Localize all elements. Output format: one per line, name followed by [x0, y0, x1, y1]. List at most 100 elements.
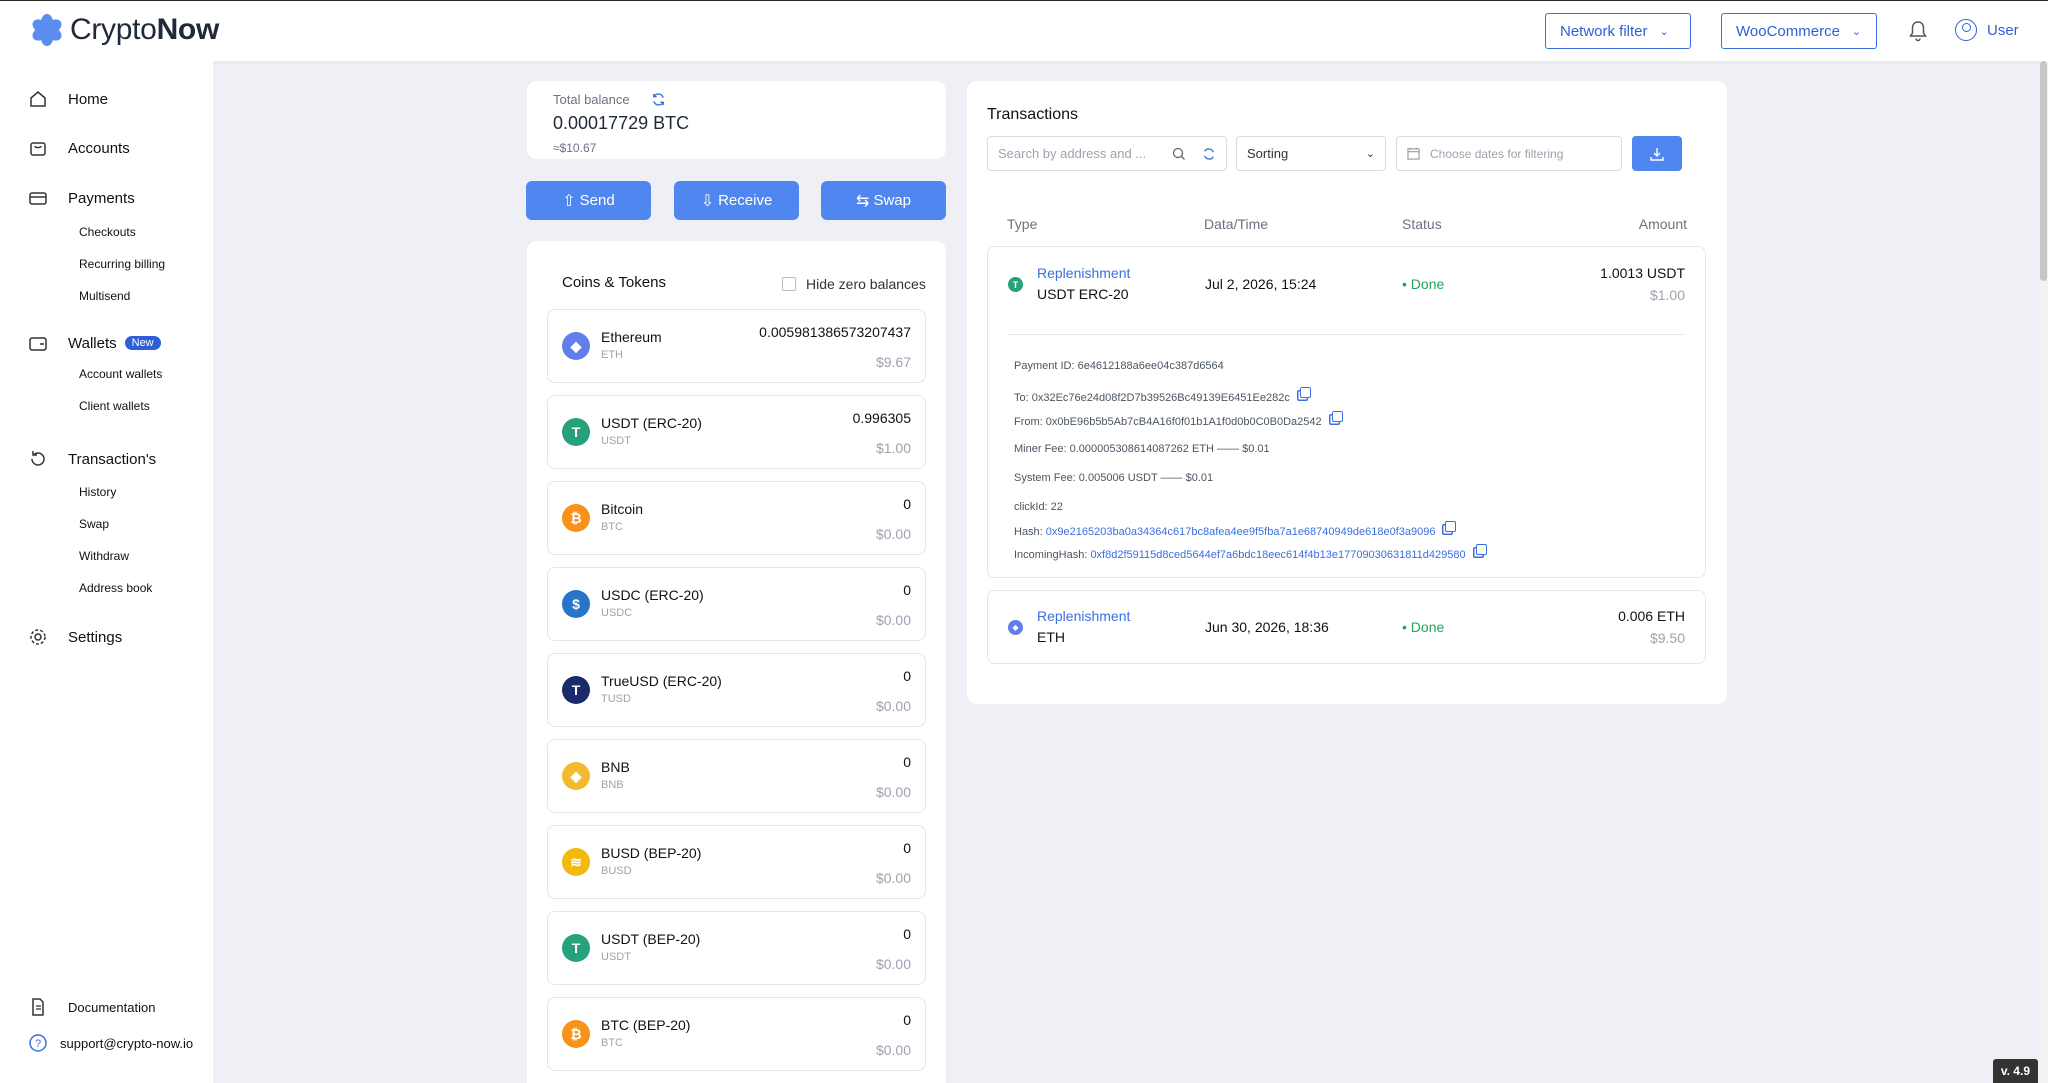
- date-range-input[interactable]: Choose dates for filtering: [1396, 136, 1622, 171]
- sidebar-item-settings[interactable]: Settings: [28, 627, 122, 647]
- usdt-icon: T: [562, 934, 590, 962]
- coin-name: Bitcoin: [601, 501, 644, 517]
- coin-usd: $0.00: [875, 784, 911, 800]
- export-button[interactable]: [1632, 136, 1682, 171]
- bell-icon[interactable]: [1908, 20, 1928, 42]
- sidebar-item-recurring-billing[interactable]: Recurring billing: [79, 257, 165, 271]
- hide-zero-toggle[interactable]: Hide zero balances: [782, 276, 926, 292]
- sidebar-item-documentation[interactable]: Documentation: [28, 997, 155, 1017]
- coin-symbol: USDT: [601, 951, 631, 963]
- balance-value: 0.00017729 BTC: [553, 113, 690, 133]
- coin-amount: 0: [903, 668, 911, 684]
- balance-usd: ≈$10.67: [553, 141, 597, 155]
- logo-flower-icon: [30, 13, 64, 47]
- coin-item[interactable]: T TrueUSD (ERC-20) TUSD 0 $0.00: [547, 653, 926, 727]
- system-fee: System Fee: 0.005006 USDT —— $0.01: [1014, 472, 1214, 484]
- coin-usd: $0.00: [875, 698, 911, 714]
- logo[interactable]: CryptoNow: [30, 13, 219, 47]
- store-label: WooCommerce: [1736, 22, 1840, 40]
- tether-icon: T: [1008, 277, 1023, 292]
- coin-item[interactable]: ≋ BUSD (BEP-20) BUSD 0 $0.00: [547, 825, 926, 899]
- transaction-usd: $1.00: [1649, 287, 1685, 303]
- user-menu[interactable]: User: [1955, 19, 2019, 41]
- coin-item[interactable]: ₿ BTC (BEP-20) BTC 0 $0.00: [547, 997, 926, 1071]
- status-badge: • Done: [1402, 276, 1445, 292]
- coin-name: USDT (BEP-20): [601, 931, 701, 947]
- scrollbar-thumb[interactable]: [2040, 61, 2047, 281]
- sidebar-item-home[interactable]: Home: [28, 89, 108, 109]
- coin-item[interactable]: T USDT (ERC-20) USDT 0.996305 $1.00: [547, 395, 926, 469]
- coin-item[interactable]: ◆ Ethereum ETH 0.005981386573207437 $9.67: [547, 309, 926, 383]
- chevron-down-icon: ⌄: [1851, 25, 1862, 38]
- date-range-placeholder: Choose dates for filtering: [1430, 146, 1564, 161]
- sidebar-item-multisend[interactable]: Multisend: [79, 289, 130, 303]
- swap-button[interactable]: ⇆ Swap: [821, 181, 946, 220]
- page-scrollbar[interactable]: [2039, 61, 2048, 1083]
- column-header-amount: Amount: [1638, 216, 1687, 232]
- sidebar-item-support[interactable]: ? support@crypto-now.io: [28, 1033, 193, 1053]
- incoming-hash-link[interactable]: 0xf8d2f59115d8ced5644ef7a6bdc18eec614f4b…: [1090, 549, 1465, 561]
- refresh-icon[interactable]: [1202, 147, 1216, 161]
- sidebar-item-swap[interactable]: Swap: [79, 517, 109, 531]
- transaction-usd: $9.50: [1649, 630, 1685, 646]
- coin-item[interactable]: $ USDC (ERC-20) USDC 0 $0.00: [547, 567, 926, 641]
- balance-card: Total balance 0.00017729 BTC ≈$10.67: [527, 81, 946, 159]
- hide-zero-checkbox[interactable]: [782, 277, 796, 291]
- usdc-icon: $: [562, 590, 590, 618]
- sidebar-item-client-wallets[interactable]: Client wallets: [79, 399, 150, 413]
- copy-icon[interactable]: [1445, 521, 1457, 532]
- coin-symbol: USDT: [601, 435, 631, 447]
- transaction-row[interactable]: ◆ Replenishment ETH Jun 30, 2026, 18:36 …: [987, 590, 1706, 664]
- btc-icon: ₿: [562, 504, 590, 532]
- sidebar: Home Accounts Payments Checkouts Recurri…: [0, 61, 213, 1083]
- transaction-currency: USDT ERC-20: [1037, 286, 1129, 302]
- receive-button[interactable]: ⇩ Receive: [674, 181, 799, 220]
- column-header-status: Status: [1402, 216, 1442, 232]
- hash-row: Hash: 0x9e2165203ba0a34364c617bc8afea4ee…: [1014, 521, 1457, 538]
- chevron-down-icon: ⌄: [1365, 148, 1375, 160]
- sidebar-item-withdraw[interactable]: Withdraw: [79, 549, 129, 563]
- ethereum-icon: ◆: [1008, 620, 1023, 635]
- network-filter-dropdown[interactable]: Network filter ⌄: [1545, 13, 1691, 49]
- coin-amount: 0.005981386573207437: [759, 324, 911, 340]
- coin-usd: $0.00: [875, 526, 911, 542]
- transaction-row[interactable]: T Replenishment USDT ERC-20 Jul 2, 2026,…: [987, 246, 1706, 578]
- sorting-label: Sorting: [1247, 146, 1289, 161]
- sidebar-item-label: Wallets: [68, 334, 117, 352]
- brand-name: CryptoNow: [70, 13, 219, 46]
- sorting-dropdown[interactable]: Sorting ⌄: [1236, 136, 1386, 171]
- transaction-currency: ETH: [1037, 629, 1065, 645]
- sidebar-item-accounts[interactable]: Accounts: [28, 138, 130, 158]
- transaction-type-link[interactable]: Replenishment: [1037, 265, 1130, 281]
- coin-amount: 0: [903, 754, 911, 770]
- sidebar-item-account-wallets[interactable]: Account wallets: [79, 367, 162, 381]
- search-input[interactable]: Search by address and ...: [987, 136, 1227, 171]
- store-dropdown[interactable]: WooCommerce ⌄: [1721, 13, 1877, 49]
- top-bar: CryptoNow Network filter ⌄ WooCommerce ⌄ U…: [0, 0, 2048, 61]
- hash-link[interactable]: 0x9e2165203ba0a34364c617bc8afea4ee9f5fba…: [1046, 526, 1436, 538]
- sidebar-item-address-book[interactable]: Address book: [79, 581, 152, 595]
- sidebar-item-wallets[interactable]: Wallets New: [28, 333, 161, 353]
- sidebar-item-label: Transaction's: [68, 450, 157, 468]
- sidebar-item-transactions[interactable]: Transaction's: [28, 449, 156, 469]
- sidebar-item-history[interactable]: History: [79, 485, 116, 499]
- sidebar-item-payments[interactable]: Payments: [28, 188, 135, 208]
- hide-zero-label: Hide zero balances: [806, 276, 926, 292]
- copy-icon[interactable]: [1331, 411, 1343, 422]
- coin-usd: $9.67: [875, 354, 911, 370]
- coin-item[interactable]: T USDT (BEP-20) USDT 0 $0.00: [547, 911, 926, 985]
- wallet-icon: [29, 337, 47, 351]
- help-icon: ?: [29, 1034, 47, 1052]
- copy-icon[interactable]: [1299, 387, 1311, 398]
- refresh-icon[interactable]: [651, 92, 666, 107]
- coin-name: BTC (BEP-20): [601, 1017, 691, 1033]
- incoming-hash-row: IncomingHash: 0xf8d2f59115d8ced5644ef7a6…: [1014, 544, 1487, 561]
- coin-usd: $0.00: [875, 870, 911, 886]
- click-id: clickId: 22: [1014, 501, 1063, 513]
- copy-icon[interactable]: [1475, 544, 1487, 555]
- send-button[interactable]: ⇧ Send: [526, 181, 651, 220]
- coin-item[interactable]: ₿ Bitcoin BTC 0 $0.00: [547, 481, 926, 555]
- coin-item[interactable]: ◆ BNB BNB 0 $0.00: [547, 739, 926, 813]
- transaction-type-link[interactable]: Replenishment: [1037, 608, 1130, 624]
- sidebar-item-checkouts[interactable]: Checkouts: [79, 225, 136, 239]
